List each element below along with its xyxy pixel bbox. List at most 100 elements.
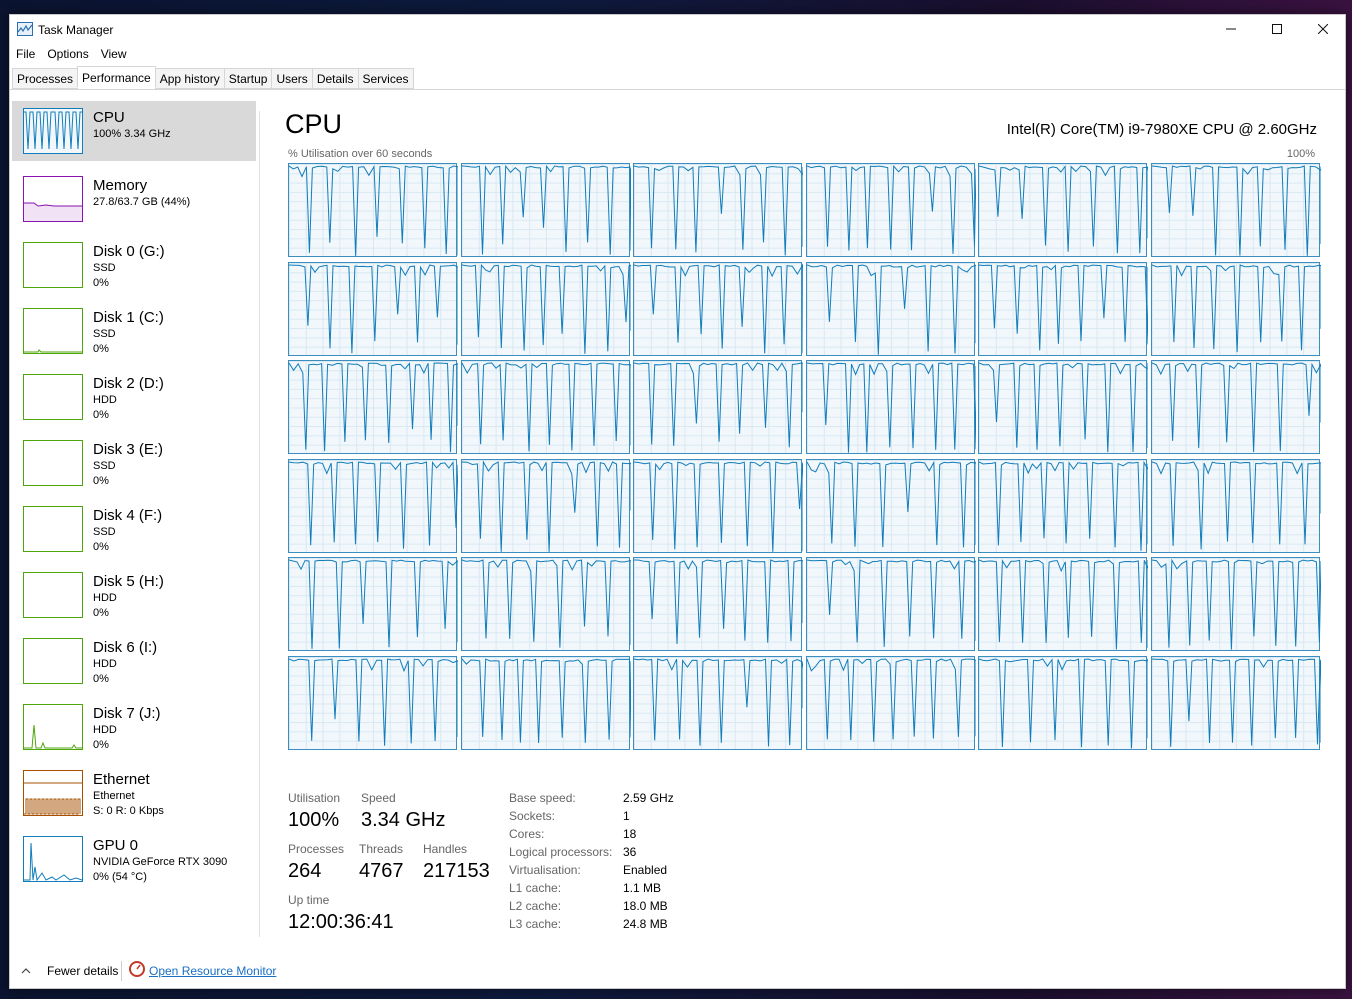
sidebar-item-ethernet[interactable]: Ethernet Ethernet S: 0 R: 0 Kbps [12, 763, 256, 823]
handles-label: Handles [423, 842, 468, 856]
sidebar-item-title: Disk 4 (F:) [93, 507, 163, 524]
sidebar-thumbnail [23, 108, 83, 154]
cpu-panel: CPU Intel(R) Core(TM) i9-7980XE CPU @ 2.… [280, 101, 1325, 951]
sidebar-item-disk-0-g[interactable]: Disk 0 (G:) SSD 0% [12, 235, 256, 295]
menu-view[interactable]: View [95, 45, 133, 65]
sidebar-item-value: 0% [93, 739, 109, 751]
resource-monitor-icon [129, 961, 145, 977]
logical-processor-graph [288, 163, 458, 257]
cpu-model-name: Intel(R) Core(TM) i9-7980XE CPU @ 2.60GH… [1006, 121, 1317, 138]
sidebar-item-disk-2-d[interactable]: Disk 2 (D:) HDD 0% [12, 367, 256, 427]
spec-label: L1 cache: [509, 881, 562, 895]
footer-separator [121, 961, 122, 981]
sidebar-item-title: Disk 5 (H:) [93, 573, 164, 590]
sidebar-item-disk-7-j[interactable]: Disk 7 (J:) HDD 0% [12, 697, 256, 757]
sidebar-thumbnail [23, 176, 83, 222]
close-button[interactable] [1300, 15, 1346, 43]
logical-processor-graph [460, 163, 631, 257]
tab-details[interactable]: Details [311, 68, 359, 89]
spec-label: Base speed: [509, 791, 576, 805]
resource-sidebar: CPU 100% 3.34 GHz Memory 27.8/63.7 GB (44%)… [12, 101, 258, 951]
uptime-label: Up time [288, 893, 330, 907]
logical-processor-graph [288, 261, 458, 356]
sidebar-item-memory[interactable]: Memory 27.8/63.7 GB (44%) [12, 169, 256, 229]
logical-processor-graph [460, 458, 631, 553]
spec-value: 18.0 MB [623, 899, 668, 913]
spec-label: Virtualisation: [509, 863, 581, 877]
sidebar-item-title: Disk 7 (J:) [93, 705, 161, 722]
sidebar-thumbnail [23, 704, 83, 750]
logical-processor-graph [288, 360, 458, 455]
sidebar-item-gpu-0[interactable]: GPU 0 NVIDIA GeForce RTX 3090 0% (54 °C) [12, 829, 256, 889]
title-bar[interactable]: Task Manager [10, 15, 1345, 45]
logical-processor-graph [460, 557, 631, 652]
logical-processor-graph [460, 656, 631, 750]
sidebar-item-value: 0% [93, 607, 109, 619]
sidebar-thumbnail [23, 572, 83, 618]
logical-processor-graph [633, 557, 804, 652]
page-title: CPU [285, 109, 343, 139]
speed-value: 3.34 GHz [361, 809, 446, 831]
spec-value: Enabled [623, 863, 668, 877]
logical-processor-graphs[interactable] [288, 163, 1321, 751]
sidebar-item-disk-3-e[interactable]: Disk 3 (E:) SSD 0% [12, 433, 256, 493]
logical-processor-graph [805, 261, 976, 356]
sidebar-item-disk-6-i[interactable]: Disk 6 (I:) HDD 0% [12, 631, 256, 691]
sidebar-item-detail: HDD [93, 394, 117, 406]
sidebar-item-value: 0% [93, 277, 109, 289]
tab-app-history[interactable]: App history [154, 68, 225, 89]
logical-processor-graph [1151, 360, 1321, 455]
sidebar-thumbnail [23, 440, 83, 486]
spec-value: 1 [623, 809, 630, 823]
sidebar-item-value: 0% [93, 541, 109, 553]
sidebar-thumbnail [23, 308, 83, 354]
tab-users[interactable]: Users [271, 68, 313, 89]
speed-label: Speed [361, 791, 396, 805]
spec-value: 1.1 MB [623, 881, 662, 895]
logical-processor-graph [805, 360, 976, 455]
logical-processor-graph [978, 163, 1149, 257]
minimize-button[interactable] [1208, 15, 1254, 43]
fewer-details-button[interactable]: Fewer details [21, 964, 118, 978]
logical-processor-graph [805, 163, 976, 257]
sidebar-item-disk-4-f[interactable]: Disk 4 (F:) SSD 0% [12, 499, 256, 559]
sidebar-thumbnail [23, 836, 83, 882]
sidebar-thumbnail [23, 638, 83, 684]
tab-bar: Processes Performance App history Startu… [12, 66, 414, 90]
menu-options[interactable]: Options [41, 45, 94, 65]
maximize-button[interactable] [1254, 15, 1300, 43]
logical-processor-graph [1151, 458, 1321, 553]
menu-bar: File Options View [10, 45, 133, 65]
logical-processor-graph [288, 557, 458, 652]
footer: Fewer details Open Resource Monitor [10, 953, 1345, 989]
sidebar-item-detail: NVIDIA GeForce RTX 3090 [93, 856, 228, 868]
logical-processor-graph [288, 458, 458, 553]
logical-processor-graph [978, 458, 1149, 553]
spec-value: 36 [623, 845, 637, 859]
tab-processes[interactable]: Processes [12, 68, 79, 89]
tab-services[interactable]: Services [357, 68, 414, 89]
sidebar-thumbnail [23, 242, 83, 288]
logical-processor-graph [978, 261, 1149, 356]
sidebar-item-title: Disk 6 (I:) [93, 639, 158, 656]
logical-processor-graph [288, 656, 458, 750]
open-resource-monitor-link[interactable]: Open Resource Monitor [149, 964, 276, 978]
fewer-details-label: Fewer details [47, 964, 119, 978]
sidebar-item-detail: SSD [93, 460, 116, 472]
logical-processor-graph [633, 163, 804, 257]
sidebar-item-disk-1-c[interactable]: Disk 1 (C:) SSD 0% [12, 301, 256, 361]
sidebar-item-title: Disk 1 (C:) [93, 309, 164, 326]
processes-value: 264 [288, 860, 322, 882]
sidebar-item-value: 0% [93, 475, 109, 487]
sidebar-item-title: Ethernet [93, 771, 150, 788]
sidebar-divider [259, 111, 260, 937]
sidebar-item-detail: HDD [93, 658, 117, 670]
tab-performance[interactable]: Performance [77, 66, 156, 88]
sidebar-item-cpu[interactable]: CPU 100% 3.34 GHz [12, 101, 256, 161]
sidebar-item-disk-5-h[interactable]: Disk 5 (H:) HDD 0% [12, 565, 256, 625]
sidebar-item-detail: SSD [93, 328, 116, 340]
sidebar-item-value: S: 0 R: 0 Kbps [93, 805, 164, 817]
menu-file[interactable]: File [10, 45, 41, 65]
tab-startup[interactable]: Startup [223, 68, 273, 89]
logical-processor-graph [460, 261, 631, 356]
